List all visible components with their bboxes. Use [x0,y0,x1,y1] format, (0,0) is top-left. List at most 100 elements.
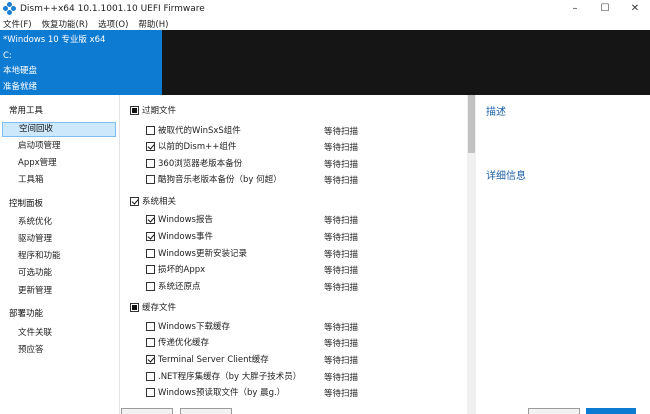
item-label: Windows更新安装记录 [158,249,247,259]
session-header: *Windows 10 专业版 x64 C: 本地硬盘 准备就绪 [0,30,650,95]
menu-options[interactable]: 选项(O) [98,18,128,30]
sidebar-item-toolbox[interactable]: 工具箱 [2,173,116,188]
section-checkbox[interactable] [130,105,139,115]
details-heading: 详细信息 [486,171,526,182]
sidebar-group-deploy: 部署功能 [9,309,44,319]
item-label: Windows报告 [158,215,213,225]
os-drive: C: [3,50,12,61]
section-checkbox[interactable] [130,302,139,312]
active-image-panel[interactable]: *Windows 10 专业版 x64 C: 本地硬盘 准备就绪 [0,30,162,95]
item-checkbox[interactable] [146,174,155,184]
dism-app-icon [3,2,16,15]
close-button[interactable]: ✕ [620,0,650,17]
list-item[interactable]: .NET程序集缓存（by 大胖子技术员） [146,368,301,384]
bottom-button-middle[interactable] [180,408,232,414]
sidebar-item-startup[interactable]: 启动项管理 [2,139,116,154]
sidebar-item-unattend[interactable]: 预应答 [2,343,116,358]
item-status: 等待扫描 [324,266,359,276]
list-scrollbar[interactable] [467,95,476,414]
list-item[interactable]: Windows下载缓存 [146,318,230,334]
menu-help[interactable]: 帮助(H) [138,18,168,30]
list-item[interactable]: Windows预读取文件（by 晨g.） [146,384,285,400]
item-checkbox[interactable] [146,281,155,291]
item-label: 360浏览器老版本备份 [158,159,243,169]
sidebar-group-common-tools: 常用工具 [9,106,44,116]
item-checkbox[interactable] [146,158,155,168]
title-bar: Dism++x64 10.1.1001.10 UEFI Firmware – ☐… [0,0,650,17]
item-label: 损坏的Appx [158,265,206,275]
item-checkbox[interactable] [146,264,155,274]
item-checkbox[interactable] [146,354,155,364]
item-label: Windows下载缓存 [158,322,230,332]
item-checkbox[interactable] [146,141,155,151]
item-status: 等待扫描 [324,323,359,333]
item-status: 等待扫描 [324,127,359,137]
item-checkbox[interactable] [146,214,155,224]
list-item[interactable]: 360浏览器老版本备份 [146,155,242,171]
section-cache[interactable]: 缓存文件 [130,299,176,315]
item-checkbox[interactable] [146,337,155,347]
item-label: .NET程序集缓存（by 大胖子技术员） [158,372,302,382]
item-checkbox[interactable] [146,248,155,258]
item-status: 等待扫描 [324,373,359,383]
sidebar-item-drivers[interactable]: 驱动管理 [2,232,116,247]
item-checkbox[interactable] [146,125,155,135]
item-checkbox[interactable] [146,321,155,331]
item-checkbox[interactable] [146,371,155,381]
description-heading: 描述 [486,107,506,118]
os-status: 准备就绪 [3,81,38,92]
list-item[interactable]: Windows更新安装记录 [146,245,247,261]
cleanup-list: 过期文件 被取代的WinSxS组件 等待扫描 以前的Dism++组件 等待扫描 … [119,95,467,414]
item-label: 传递优化缓存 [158,338,210,348]
section-system[interactable]: 系统相关 [130,193,176,209]
window-title: Dism++x64 10.1.1001.10 UEFI Firmware [20,3,205,14]
menu-file[interactable]: 文件(F) [3,18,32,30]
minimize-button[interactable]: – [560,0,590,17]
list-item[interactable]: 系统还原点 [146,278,201,294]
list-item[interactable]: 损坏的Appx [146,261,205,277]
sidebar-item-optional-features[interactable]: 可选功能 [2,266,116,281]
list-item[interactable]: 酷狗音乐老版本备份（by 何超） [146,171,282,187]
details-panel: 描述 详细信息 [476,95,650,414]
item-label: 以前的Dism++组件 [158,142,237,152]
item-label: Windows事件 [158,232,213,242]
list-item[interactable]: Terminal Server Client缓存 [146,351,269,367]
sidebar-item-system-optimize[interactable]: 系统优化 [2,215,116,230]
item-status: 等待扫描 [324,389,359,399]
clean-button[interactable] [586,408,636,414]
section-expired-files[interactable]: 过期文件 [130,102,176,118]
section-title: 缓存文件 [142,303,177,313]
item-checkbox[interactable] [146,387,155,397]
item-status: 等待扫描 [324,283,359,293]
scrollbar-thumb[interactable] [468,95,475,153]
list-item[interactable]: 被取代的WinSxS组件 [146,122,241,138]
sidebar-item-appx[interactable]: Appx管理 [2,156,116,171]
sidebar-item-space-cleanup[interactable]: 空间回收 [2,122,116,137]
maximize-button[interactable]: ☐ [590,0,620,17]
section-title: 系统相关 [142,197,177,207]
section-checkbox[interactable] [130,196,139,206]
sidebar: 常用工具 空间回收 启动项管理 Appx管理 工具箱 控制面板 系统优化 驱动管… [0,95,119,414]
list-item[interactable]: Windows事件 [146,228,213,244]
item-status: 等待扫描 [324,233,359,243]
list-item[interactable]: Windows报告 [146,211,213,227]
list-item[interactable]: 传递优化缓存 [146,334,209,350]
scan-button[interactable] [528,408,580,414]
bottom-button-left[interactable] [121,408,173,414]
item-status: 等待扫描 [324,216,359,226]
item-label: 酷狗音乐老版本备份（by 何超） [158,175,282,185]
sidebar-item-file-assoc[interactable]: 文件关联 [2,326,116,341]
item-status: 等待扫描 [324,176,359,186]
item-checkbox[interactable] [146,231,155,241]
section-title: 过期文件 [142,106,177,116]
item-status: 等待扫描 [324,339,359,349]
item-status: 等待扫描 [324,143,359,153]
sidebar-item-updates[interactable]: 更新管理 [2,284,116,299]
item-label: Terminal Server Client缓存 [158,355,269,365]
item-label: 系统还原点 [158,282,201,292]
sidebar-item-programs[interactable]: 程序和功能 [2,249,116,264]
item-status: 等待扫描 [324,160,359,170]
list-item[interactable]: 以前的Dism++组件 [146,138,236,154]
menu-restore[interactable]: 恢复功能(R) [42,18,89,30]
item-status: 等待扫描 [324,250,359,260]
